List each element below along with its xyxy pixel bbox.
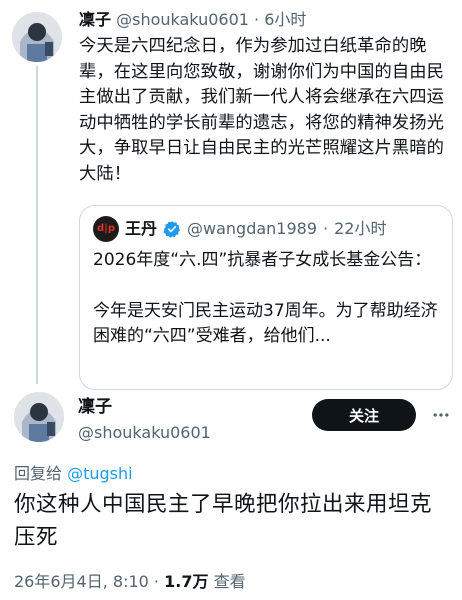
tweet-header: 凜子 @shoukaku0601 · 6小时 bbox=[79, 9, 306, 31]
avatar[interactable] bbox=[14, 392, 64, 442]
separator: · bbox=[254, 10, 260, 29]
quoted-display-name[interactable]: 王丹 bbox=[125, 216, 157, 242]
reply-prefix: 回复给 bbox=[14, 464, 68, 483]
views-label: 查看 bbox=[213, 572, 246, 591]
more-horizontal-icon[interactable] bbox=[430, 404, 452, 426]
quoted-tweet-text: 2026年度“六.四”抗暴者子女成长基金公告： 今年是天安门民主运动37周年。为… bbox=[93, 248, 443, 350]
quoted-paragraph-2: 今年是天安门民主运动37周年。为了帮助经济困难的“六四”受难者，给他们... bbox=[93, 300, 438, 347]
verified-badge-icon bbox=[163, 221, 181, 238]
display-name[interactable]: 凜子 bbox=[78, 396, 112, 418]
display-name[interactable]: 凜子 bbox=[79, 10, 111, 29]
tweet-text: 今天是六四纪念日，作为参加过白纸革命的晚辈，在这里向您致敬，谢谢你们为中国的自由… bbox=[79, 36, 445, 184]
handle[interactable]: @shoukaku0601 bbox=[116, 10, 249, 29]
quoted-avatar[interactable]: d|p bbox=[93, 216, 119, 242]
reply-tweet: 凜子 @shoukaku0601 关注 回复给 @tugshi 你这种人中国民主… bbox=[0, 384, 462, 600]
separator: · bbox=[323, 219, 329, 238]
top-tweet[interactable]: 凜子 @shoukaku0601 · 6小时 今天是六四纪念日，作为参加过白纸革… bbox=[0, 0, 462, 390]
tweet-metadata: 26年6月4日, 8:10 · 1.7万 查看 bbox=[14, 568, 246, 592]
quoted-tweet-header: d|p 王丹 @wangdan1989 · 22小时 bbox=[93, 216, 387, 242]
quoted-handle[interactable]: @wangdan1989 bbox=[187, 216, 317, 242]
separator: · bbox=[153, 572, 160, 591]
views-count: 1.7万 bbox=[164, 572, 209, 591]
avatar[interactable] bbox=[12, 12, 62, 62]
quoted-timestamp[interactable]: 22小时 bbox=[334, 216, 386, 242]
quoted-tweet-card[interactable]: d|p 王丹 @wangdan1989 · 22小时 2026年度“六.四”抗暴… bbox=[79, 205, 453, 390]
thread-connector-line bbox=[36, 66, 38, 384]
replying-to: 回复给 @tugshi bbox=[14, 460, 133, 484]
tweet-text: 你这种人中国民主了早晚把你拉出来用坦克压死 bbox=[14, 492, 433, 550]
reply-target-link[interactable]: @tugshi bbox=[67, 464, 133, 483]
timestamp[interactable]: 26年6月4日, 8:10 bbox=[14, 572, 149, 591]
timestamp[interactable]: 6小时 bbox=[264, 10, 306, 29]
follow-button[interactable]: 关注 bbox=[312, 399, 416, 431]
handle[interactable]: @shoukaku0601 bbox=[78, 422, 211, 444]
quoted-paragraph-1: 2026年度“六.四”抗暴者子女成长基金公告： bbox=[93, 250, 432, 270]
